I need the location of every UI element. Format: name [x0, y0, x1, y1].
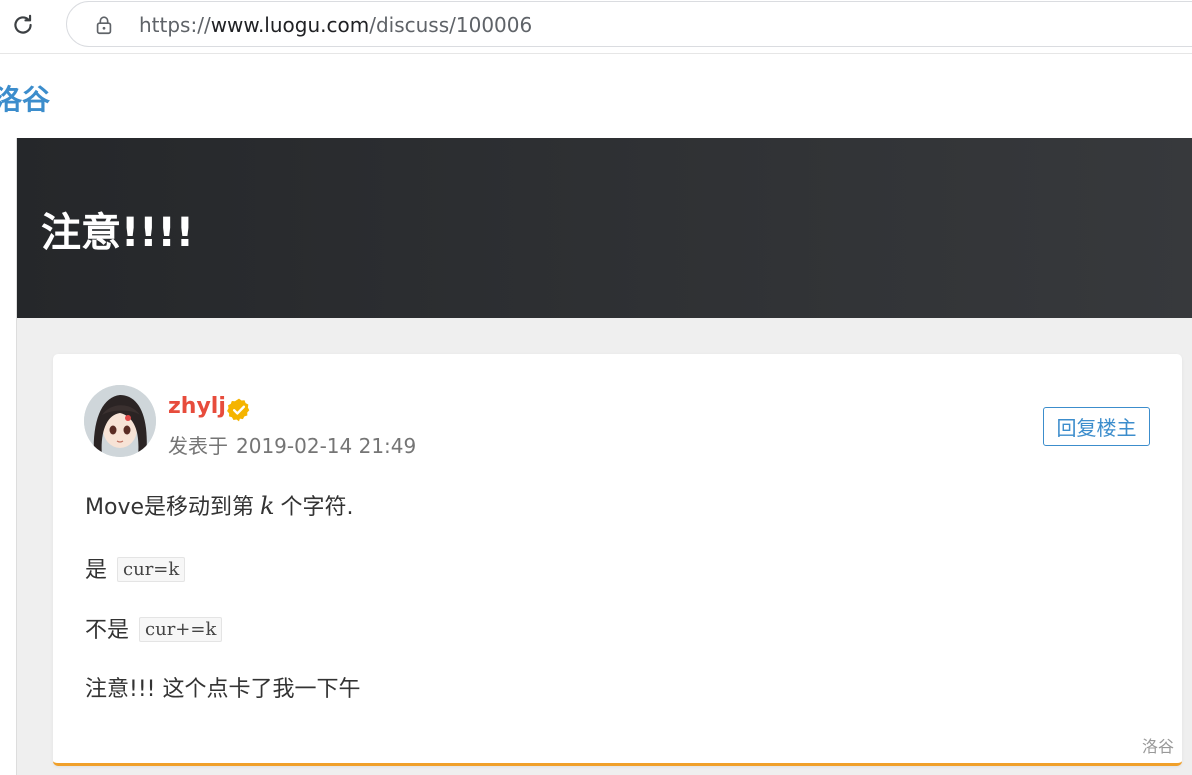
avatar-image: [84, 385, 156, 457]
verified-badge-icon: [227, 398, 250, 422]
avatar[interactable]: [84, 385, 156, 457]
lock-icon[interactable]: [93, 14, 115, 36]
line4-text: 注意!!! 这个点卡了我一下午: [85, 677, 361, 702]
line1-text: Move是移动到第: [85, 495, 254, 520]
posted-label: 发表于: [168, 434, 228, 458]
inline-code: cur=k: [117, 557, 186, 582]
author-name[interactable]: zhylj: [168, 394, 226, 419]
site-logo[interactable]: 洛谷: [0, 78, 50, 118]
url-path: /discuss/100006: [369, 13, 533, 37]
reply-to-op-button[interactable]: 回复楼主: [1043, 407, 1150, 446]
url-scheme: https://: [139, 13, 211, 37]
page-title: 注意!!!!: [41, 210, 194, 256]
url-text[interactable]: https://www.luogu.com/discuss/100006: [139, 13, 532, 37]
content-line-3: 不是 cur+=k: [85, 615, 223, 646]
url-host: www.luogu.com: [210, 13, 370, 37]
address-bar[interactable]: https://www.luogu.com/discuss/100006: [66, 1, 1192, 47]
watermark: 洛谷: [1141, 737, 1174, 756]
line3-text: 不是: [85, 618, 130, 643]
browser-toolbar: https://www.luogu.com/discuss/100006: [0, 0, 1192, 54]
content-line-4: 注意!!! 这个点卡了我一下午: [85, 675, 360, 705]
post-card: zhylj 发表于 2019-02-14 21:49 回复楼主 Move是移动到第…: [53, 354, 1182, 766]
content-line-2: 是 cur=k: [85, 555, 186, 586]
discussion-banner: 注意!!!!: [17, 138, 1192, 318]
content-line-1: Move是移动到第 k 个字符.: [85, 491, 354, 523]
inline-code: cur+=k: [139, 617, 223, 642]
reload-icon: [14, 14, 32, 34]
site-header: 洛谷: [0, 54, 1192, 138]
math-k: k: [260, 492, 275, 520]
line2-text: 是: [85, 558, 108, 583]
line1-text-end: 个字符.: [280, 495, 354, 520]
post-time: 2019-02-14 21:49: [236, 434, 417, 458]
post-meta: 发表于 2019-02-14 21:49: [168, 430, 416, 459]
reload-button[interactable]: [8, 8, 38, 42]
